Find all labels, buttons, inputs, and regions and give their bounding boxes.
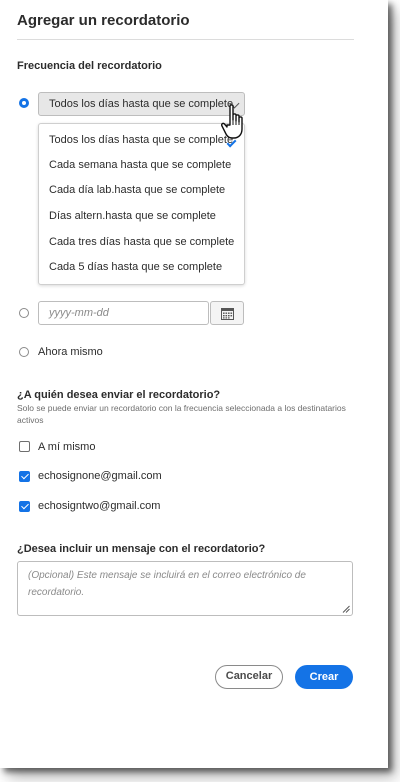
recipient-checkbox-one[interactable] bbox=[19, 471, 30, 482]
frequency-option[interactable]: Cada tres días hasta que se complete bbox=[49, 236, 234, 248]
frequency-option[interactable]: Cada semana hasta que se complete bbox=[49, 159, 231, 171]
recipient-label: A mí mismo bbox=[38, 441, 96, 453]
frequency-select-value: Todos los días hasta que se complete bbox=[49, 98, 234, 110]
recipient-checkbox-self[interactable] bbox=[19, 441, 30, 452]
dialog-title: Agregar un recordatorio bbox=[17, 12, 190, 29]
resize-handle-icon[interactable] bbox=[342, 605, 350, 613]
calendar-button[interactable] bbox=[210, 301, 244, 325]
create-button[interactable]: Crear bbox=[295, 665, 353, 689]
frequency-option[interactable]: Días altern.hasta que se complete bbox=[49, 210, 216, 222]
now-label: Ahora mismo bbox=[38, 346, 103, 358]
frequency-heading: Frecuencia del recordatorio bbox=[17, 60, 162, 72]
frequency-radio-now[interactable] bbox=[19, 347, 29, 357]
hand-cursor-icon bbox=[221, 104, 243, 139]
message-heading: ¿Desea incluir un mensaje con el recorda… bbox=[17, 543, 266, 555]
add-reminder-dialog: Agregar un recordatorio Frecuencia del r… bbox=[0, 0, 388, 768]
cancel-button[interactable]: Cancelar bbox=[215, 665, 283, 689]
frequency-option[interactable]: Cada 5 días hasta que se complete bbox=[49, 261, 222, 273]
frequency-select[interactable]: Todos los días hasta que se complete bbox=[38, 92, 245, 116]
message-textarea[interactable]: (Opcional) Este mensaje se incluirá en e… bbox=[17, 561, 353, 616]
calendar-icon bbox=[221, 308, 234, 320]
recipients-heading: ¿A quién desea enviar el recordatorio? bbox=[17, 389, 221, 401]
title-divider bbox=[17, 39, 354, 40]
frequency-option[interactable]: Todos los días hasta que se complete bbox=[49, 134, 233, 146]
recipients-note: Solo se puede enviar un recordatorio con… bbox=[17, 403, 346, 425]
date-input[interactable]: yyyy-mm-dd bbox=[38, 301, 209, 325]
recipient-label: echosignone@gmail.com bbox=[38, 470, 162, 482]
frequency-radio-date[interactable] bbox=[19, 308, 29, 318]
frequency-dropdown-menu: Todos los días hasta que se complete Cad… bbox=[38, 123, 245, 285]
frequency-option[interactable]: Cada día lab.hasta que se complete bbox=[49, 184, 225, 196]
frequency-radio-recurring[interactable] bbox=[19, 98, 29, 108]
message-placeholder: (Opcional) Este mensaje se incluirá en e… bbox=[28, 570, 306, 598]
recipient-checkbox-two[interactable] bbox=[19, 501, 30, 512]
recipient-label: echosigntwo@gmail.com bbox=[38, 500, 161, 512]
